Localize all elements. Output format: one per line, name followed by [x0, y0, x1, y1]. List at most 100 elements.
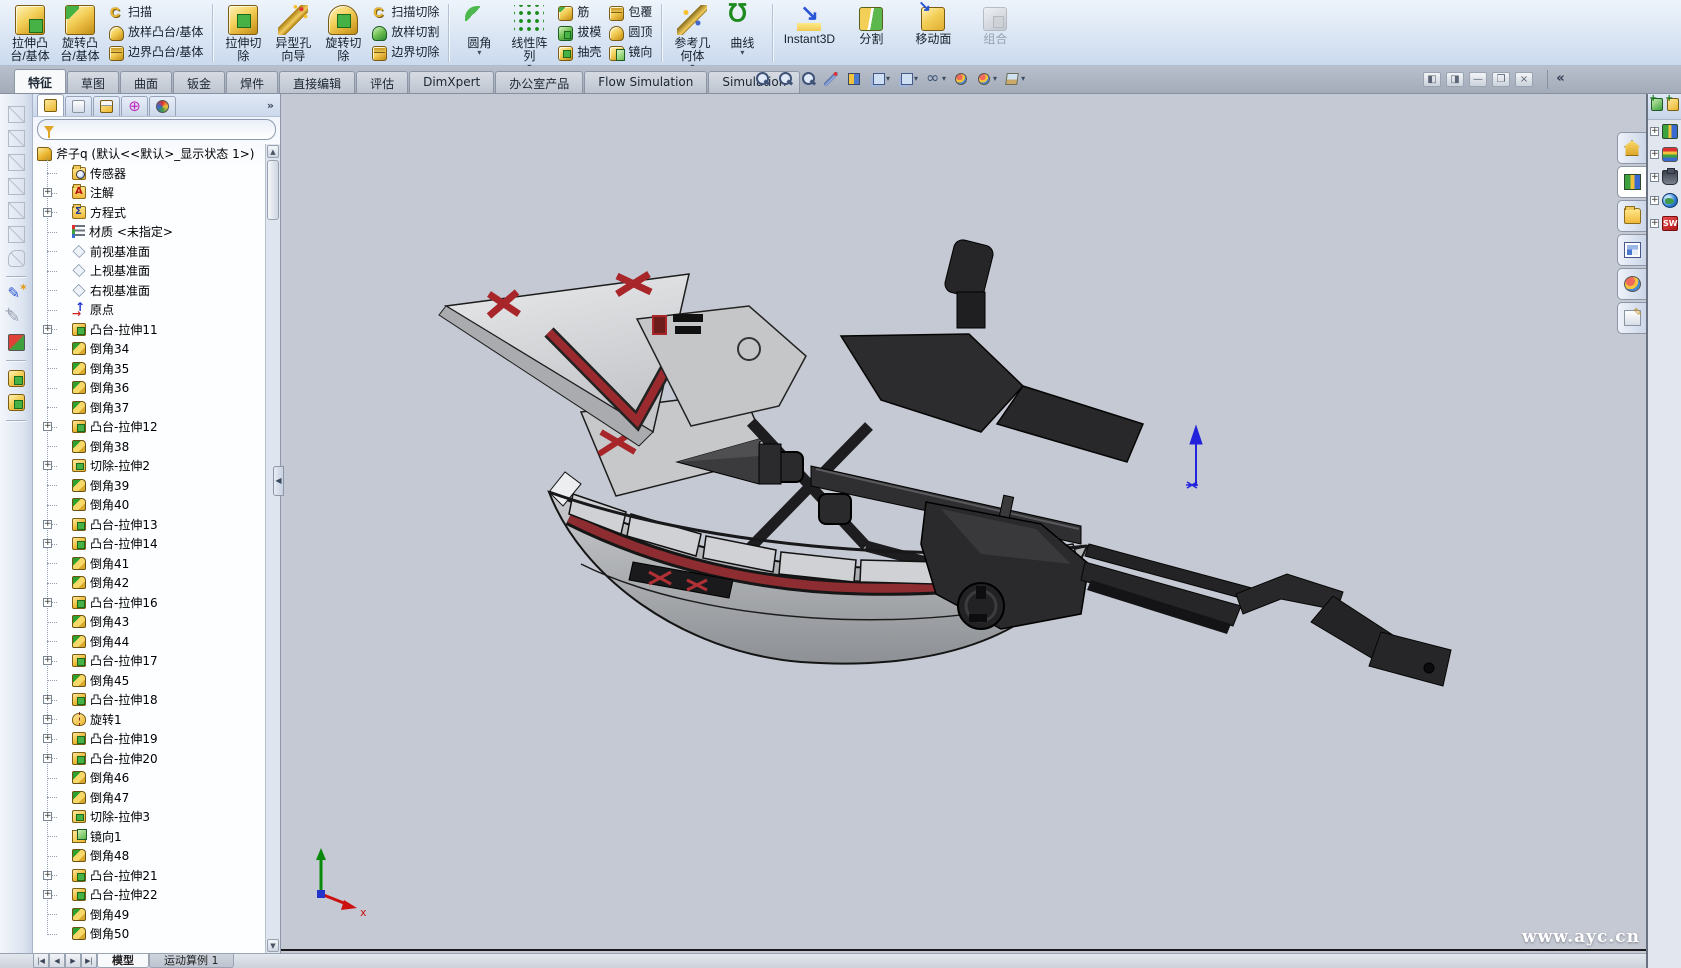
expand-icon[interactable]: +	[1650, 173, 1659, 182]
boundary-boss-button[interactable]: 边界凸台/基体	[105, 43, 207, 63]
expand-icon[interactable]: +	[43, 461, 52, 470]
dimxpertmanager-tab[interactable]: ⊕	[121, 96, 148, 116]
boundary-cut-button[interactable]: 边界切除	[368, 43, 443, 63]
feature-tree-root[interactable]: 斧子q (默认<<默认>_显示状态 1>)	[35, 144, 265, 164]
edit-appearance-button[interactable]	[951, 70, 971, 88]
panel-tabs-overflow[interactable]: »	[267, 99, 274, 112]
fillet-button[interactable]: 圆角▾	[454, 2, 504, 64]
axe-3d-model[interactable]: x	[281, 94, 1646, 951]
sweep-button[interactable]: 扫描	[105, 3, 207, 23]
taskpane-tab-design-library[interactable]	[1617, 166, 1646, 198]
curves-button[interactable]: 曲线▾	[717, 2, 767, 64]
tree-item[interactable]: +凸台-拉伸19	[44, 729, 265, 749]
view-cube-2-icon[interactable]	[8, 130, 25, 147]
tab-直接编辑[interactable]: 直接编辑	[279, 71, 355, 93]
view-settings-button[interactable]: ▾	[1002, 70, 1027, 88]
extrude-boss-button[interactable]: 拉伸凸台/基体	[5, 2, 55, 64]
expand-icon[interactable]: +	[43, 422, 52, 431]
study-tab-模型[interactable]: 模型	[97, 954, 149, 968]
expand-icon[interactable]: +	[43, 695, 52, 704]
expand-icon[interactable]: +	[43, 539, 52, 548]
add-sketch-icon[interactable]	[8, 310, 25, 327]
tree-item[interactable]: +凸台-拉伸18	[44, 690, 265, 710]
library-tree-item[interactable]: +	[1648, 143, 1681, 166]
tree-item[interactable]: 倒角37	[44, 398, 265, 418]
tree-item[interactable]: 倒角40	[44, 495, 265, 515]
restore-button[interactable]: ❐	[1492, 72, 1510, 87]
tree-item[interactable]: 倒角41	[44, 554, 265, 574]
expand-icon[interactable]: +	[43, 871, 52, 880]
study-nav-0[interactable]: |◀	[33, 954, 49, 968]
loft-button[interactable]: 放样凸台/基体	[105, 23, 207, 43]
expand-icon[interactable]: +	[43, 188, 52, 197]
revolve-cut-button[interactable]: 旋转切除	[318, 2, 368, 64]
move-face-button[interactable]: 移动面	[902, 2, 964, 64]
study-tab-运动算例 1[interactable]: 运动算例 1	[149, 954, 234, 968]
library-tree-item[interactable]: +	[1648, 189, 1681, 212]
tree-scrollbar[interactable]: ▲ ▼	[265, 144, 280, 953]
collapse-ribbon-button[interactable]: «	[1547, 70, 1573, 89]
filter-wand-button[interactable]	[821, 70, 841, 88]
tab-曲面[interactable]: 曲面	[120, 71, 172, 93]
propertymanager-tab[interactable]	[65, 96, 92, 116]
tree-item[interactable]: +凸台-拉伸12	[44, 417, 265, 437]
tree-item[interactable]: +凸台-拉伸14	[44, 534, 265, 554]
library-tree-item[interactable]: +	[1648, 120, 1681, 143]
expand-icon[interactable]: +	[43, 890, 52, 899]
tree-item[interactable]: 倒角46	[44, 768, 265, 788]
tree-item[interactable]: 倒角39	[44, 476, 265, 496]
tree-item[interactable]: 倒角45	[44, 671, 265, 691]
linear-pattern-button[interactable]: 线性阵列▾	[504, 2, 554, 64]
tree-item[interactable]: +注解	[44, 183, 265, 203]
add-to-library-icon[interactable]	[1651, 98, 1663, 111]
tree-item[interactable]: 右视基准面	[44, 281, 265, 301]
scroll-up-arrow[interactable]: ▲	[267, 145, 279, 158]
expand-icon[interactable]: +	[1650, 150, 1659, 159]
tree-item[interactable]: 上视基准面	[44, 261, 265, 281]
sweep-cut-button[interactable]: 扫描切除	[368, 3, 443, 23]
tree-item[interactable]: 倒角35	[44, 359, 265, 379]
expand-icon[interactable]: +	[1650, 219, 1659, 228]
dome-button[interactable]: 圆顶	[605, 23, 656, 43]
tree-item[interactable]: 前视基准面	[44, 242, 265, 262]
configurationmanager-tab[interactable]	[93, 96, 120, 116]
tree-item[interactable]: +凸台-拉伸22	[44, 885, 265, 905]
zoom-to-area-button[interactable]	[775, 70, 795, 88]
view-cube-1-icon[interactable]	[8, 106, 25, 123]
extrude-cut-button[interactable]: 拉伸切除	[218, 2, 268, 64]
hide-show-items-button[interactable]: ▾	[923, 70, 948, 88]
display-style-button[interactable]: ▾	[895, 70, 920, 88]
tree-item[interactable]: 倒角49	[44, 905, 265, 925]
tab-钣金[interactable]: 钣金	[173, 71, 225, 93]
view-orientation-button[interactable]: ▾	[867, 70, 892, 88]
tree-item[interactable]: 倒角47	[44, 788, 265, 808]
split-button[interactable]: 分割	[840, 2, 902, 64]
tree-item[interactable]: 倒角38	[44, 437, 265, 457]
expand-icon[interactable]: +	[43, 520, 52, 529]
featuremanager-tab[interactable]	[37, 94, 64, 116]
view-cube-6-icon[interactable]	[8, 226, 25, 243]
expand-icon[interactable]: +	[43, 598, 52, 607]
tab-评估[interactable]: 评估	[356, 71, 408, 93]
tree-item[interactable]: 倒角42	[44, 573, 265, 593]
revolve-boss-button[interactable]: 旋转凸台/基体	[55, 2, 105, 64]
loft-cut-button[interactable]: 放样切割	[368, 23, 443, 43]
view-cube-5-icon[interactable]	[8, 202, 25, 219]
section-view-button[interactable]	[844, 70, 864, 88]
mirror-button[interactable]: 镜向	[605, 43, 656, 63]
scroll-down-arrow[interactable]: ▼	[267, 939, 279, 952]
graphics-area[interactable]: x www.ayc.cn	[281, 94, 1646, 951]
tab-Flow Simulation[interactable]: Flow Simulation	[584, 71, 707, 93]
expand-icon[interactable]: +	[1650, 127, 1659, 136]
displaymanager-tab[interactable]	[149, 96, 176, 116]
study-nav-3[interactable]: ▶|	[81, 954, 97, 968]
tree-item[interactable]: 镜向1	[44, 827, 265, 847]
tree-item[interactable]: +凸台-拉伸13	[44, 515, 265, 535]
view-cube-3-icon[interactable]	[8, 154, 25, 171]
tab-草图[interactable]: 草图	[67, 71, 119, 93]
tree-item[interactable]: +凸台-拉伸21	[44, 866, 265, 886]
library-options-icon[interactable]	[1667, 98, 1679, 111]
tree-item[interactable]: 传感器	[44, 164, 265, 184]
tree-item[interactable]: +切除-拉伸3	[44, 807, 265, 827]
tab-DimXpert[interactable]: DimXpert	[409, 71, 494, 93]
